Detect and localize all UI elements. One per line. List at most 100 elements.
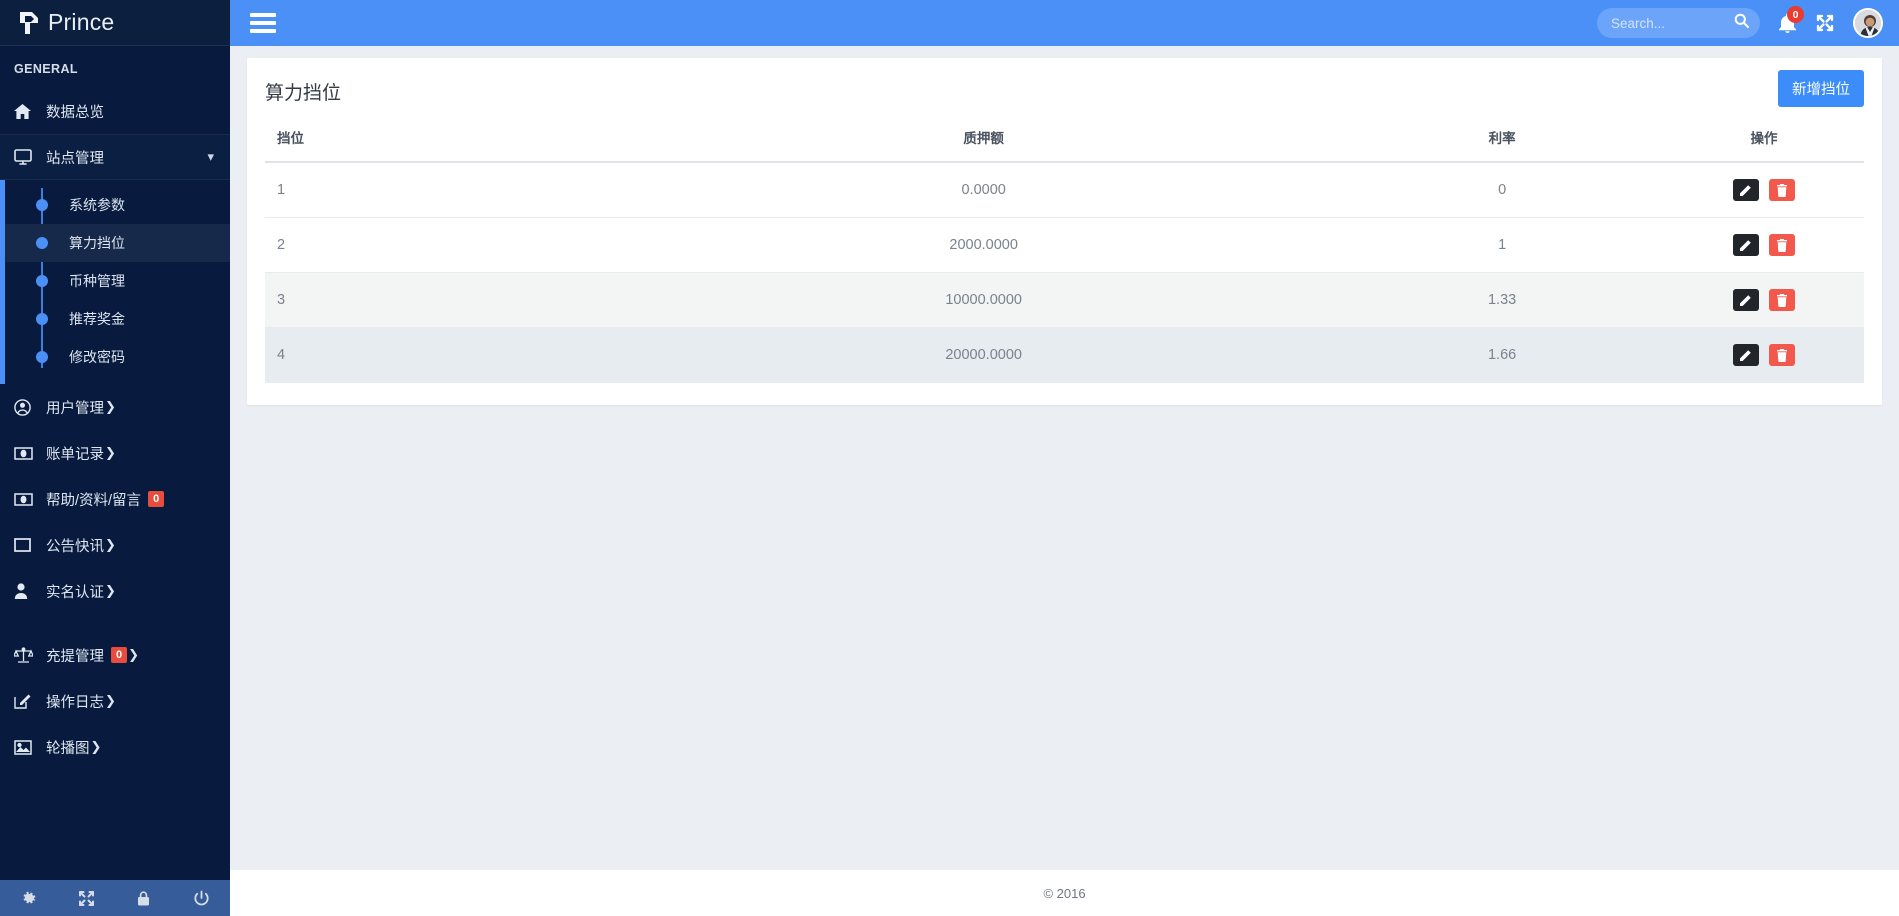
table-row: 1 0.0000 0	[265, 162, 1864, 218]
column-header-actions: 操作	[1664, 119, 1864, 163]
notifications-button[interactable]: 0	[1778, 6, 1804, 33]
sidebar-item-announcements[interactable]: 公告快讯 ❯	[0, 522, 230, 568]
submenu-item-system-params[interactable]: 系统参数	[5, 186, 230, 224]
expand-arrows-icon[interactable]	[1815, 13, 1835, 33]
notification-badge: 0	[1787, 6, 1804, 23]
money-bill-icon	[14, 492, 40, 506]
cell-pledge: 20000.0000	[627, 327, 1341, 383]
page-footer: © 2016	[230, 870, 1899, 916]
edit-row-button[interactable]	[1732, 289, 1759, 311]
submenu-item-label: 修改密码	[69, 349, 125, 365]
delete-row-button[interactable]	[1769, 179, 1796, 201]
cell-level: 1	[265, 162, 628, 218]
edit-row-button[interactable]	[1732, 179, 1759, 201]
chevron-right-icon: ❯	[105, 399, 116, 414]
chevron-down-icon: ▾	[207, 149, 214, 164]
chevron-right-icon: ❯	[90, 739, 102, 754]
chevron-right-icon: ❯	[105, 445, 116, 460]
sidebar-item-dashboard[interactable]: 数据总览	[0, 88, 230, 134]
sidebar-submenu: 系统参数 算力挡位 币种管理 推荐奖金 修改密码	[0, 180, 230, 384]
sidebar-item-site-management[interactable]: 站点管理 ▾	[0, 134, 230, 180]
table-row: 3 10000.0000 1.33	[265, 272, 1864, 328]
search-box[interactable]	[1597, 8, 1760, 38]
cell-rate: 1	[1340, 217, 1664, 273]
topbar: 0	[230, 0, 1899, 46]
add-level-button[interactable]: 新增挡位	[1778, 70, 1864, 107]
cell-level: 4	[265, 327, 628, 383]
table-head: 挡位 质押额 利率 操作	[265, 119, 1864, 163]
table-header-row: 挡位 质押额 利率 操作	[265, 119, 1864, 163]
edit-row-button[interactable]	[1732, 234, 1759, 256]
submenu-item-referral-bonus[interactable]: 推荐奖金	[5, 300, 230, 338]
submenu-item-currency-management[interactable]: 币种管理	[5, 262, 230, 300]
hashrate-levels-card: 算力挡位 新增挡位 挡位 质押额 利率 操作 1 0.0000 0 2 2000…	[247, 58, 1882, 405]
bullet-dot-icon	[36, 199, 48, 211]
sidebar-footer-toolbar	[0, 880, 230, 916]
sidebar-item-label: 数据总览	[46, 104, 104, 121]
balance-scale-icon	[14, 647, 40, 663]
sidebar-item-label: 站点管理	[46, 150, 104, 167]
pencil-square-icon	[14, 693, 40, 709]
sidebar-item-label: 充提管理	[46, 648, 104, 665]
prince-p-logo-icon	[16, 9, 42, 37]
desktop-icon	[14, 149, 40, 165]
page-title: 算力挡位	[265, 83, 342, 104]
delete-row-button[interactable]	[1769, 234, 1796, 256]
chevron-right-icon: ❯	[105, 693, 116, 708]
sidebar-item-label: 公告快讯	[46, 538, 104, 555]
sidebar-item-help-messages[interactable]: 帮助/资料/留言 0	[0, 476, 230, 522]
hashrate-levels-table: 挡位 质押额 利率 操作 1 0.0000 0 2 2000.0000 1 3 …	[265, 119, 1864, 383]
bullet-dot-icon	[36, 313, 48, 325]
sidebar-item-billing-records[interactable]: 账单记录 ❯	[0, 430, 230, 476]
chevron-right-icon: ❯	[105, 537, 116, 552]
hamburger-icon[interactable]	[250, 9, 276, 37]
search-icon[interactable]	[1734, 13, 1749, 33]
sidebar-item-user-management[interactable]: 用户管理 ❯	[0, 384, 230, 430]
cell-pledge: 2000.0000	[627, 217, 1341, 273]
cell-actions	[1664, 327, 1864, 383]
chevron-right-icon: ❯	[128, 647, 140, 662]
money-bill-icon	[14, 446, 40, 460]
cell-rate: 1.66	[1340, 327, 1664, 383]
user-circle-icon	[14, 398, 40, 416]
sidebar-item-operation-log[interactable]: 操作日志 ❯	[0, 678, 230, 724]
cell-actions	[1664, 272, 1864, 328]
sidebar-item-label: 轮播图	[46, 740, 90, 757]
cell-rate: 0	[1340, 162, 1664, 218]
person-icon	[14, 583, 40, 599]
column-header-level: 挡位	[265, 119, 628, 163]
sidebar-item-label: 账单记录	[46, 446, 104, 463]
sidebar-item-badge: 0	[111, 647, 128, 663]
sidebar-section-label: GENERAL	[14, 62, 78, 76]
submenu-item-change-password[interactable]: 修改密码	[5, 338, 230, 376]
sidebar-item-deposit-withdraw[interactable]: 充提管理 0 ❯	[0, 632, 230, 678]
cell-level: 3	[265, 272, 628, 328]
home-icon	[14, 103, 40, 119]
brand-logo[interactable]: Prince	[0, 0, 230, 46]
expand-icon[interactable]	[58, 890, 116, 907]
delete-row-button[interactable]	[1769, 344, 1796, 366]
column-header-rate: 利率	[1340, 119, 1664, 163]
submenu-item-hashrate-levels[interactable]: 算力挡位	[5, 224, 230, 262]
sidebar-item-badge: 0	[148, 491, 165, 507]
topbar-right-group: 0	[1597, 6, 1899, 38]
user-avatar[interactable]	[1853, 8, 1883, 38]
power-icon[interactable]	[173, 890, 231, 907]
lock-icon[interactable]	[115, 890, 173, 907]
delete-row-button[interactable]	[1769, 289, 1796, 311]
sidebar-item-carousel[interactable]: 轮播图 ❯	[0, 724, 230, 770]
gear-icon[interactable]	[0, 890, 58, 907]
cell-rate: 1.33	[1340, 272, 1664, 328]
edit-row-button[interactable]	[1732, 344, 1759, 366]
main-content: 算力挡位 新增挡位 挡位 质押额 利率 操作 1 0.0000 0 2 2000…	[230, 46, 1899, 870]
window-icon	[14, 538, 40, 552]
cell-pledge: 0.0000	[627, 162, 1341, 218]
sidebar-item-identity-verification[interactable]: 实名认证 ❯	[0, 568, 230, 614]
sidebar-item-label: 用户管理	[46, 400, 104, 417]
sidebar-item-label: 操作日志	[46, 694, 104, 711]
table-row: 4 20000.0000 1.66	[265, 327, 1864, 383]
cell-pledge: 10000.0000	[627, 272, 1341, 328]
sidebar: Prince GENERAL 数据总览 站点管理 ▾ 系统参数 算力挡位 币种管…	[0, 0, 230, 916]
cell-level: 2	[265, 217, 628, 273]
submenu-item-label: 算力挡位	[69, 235, 125, 251]
